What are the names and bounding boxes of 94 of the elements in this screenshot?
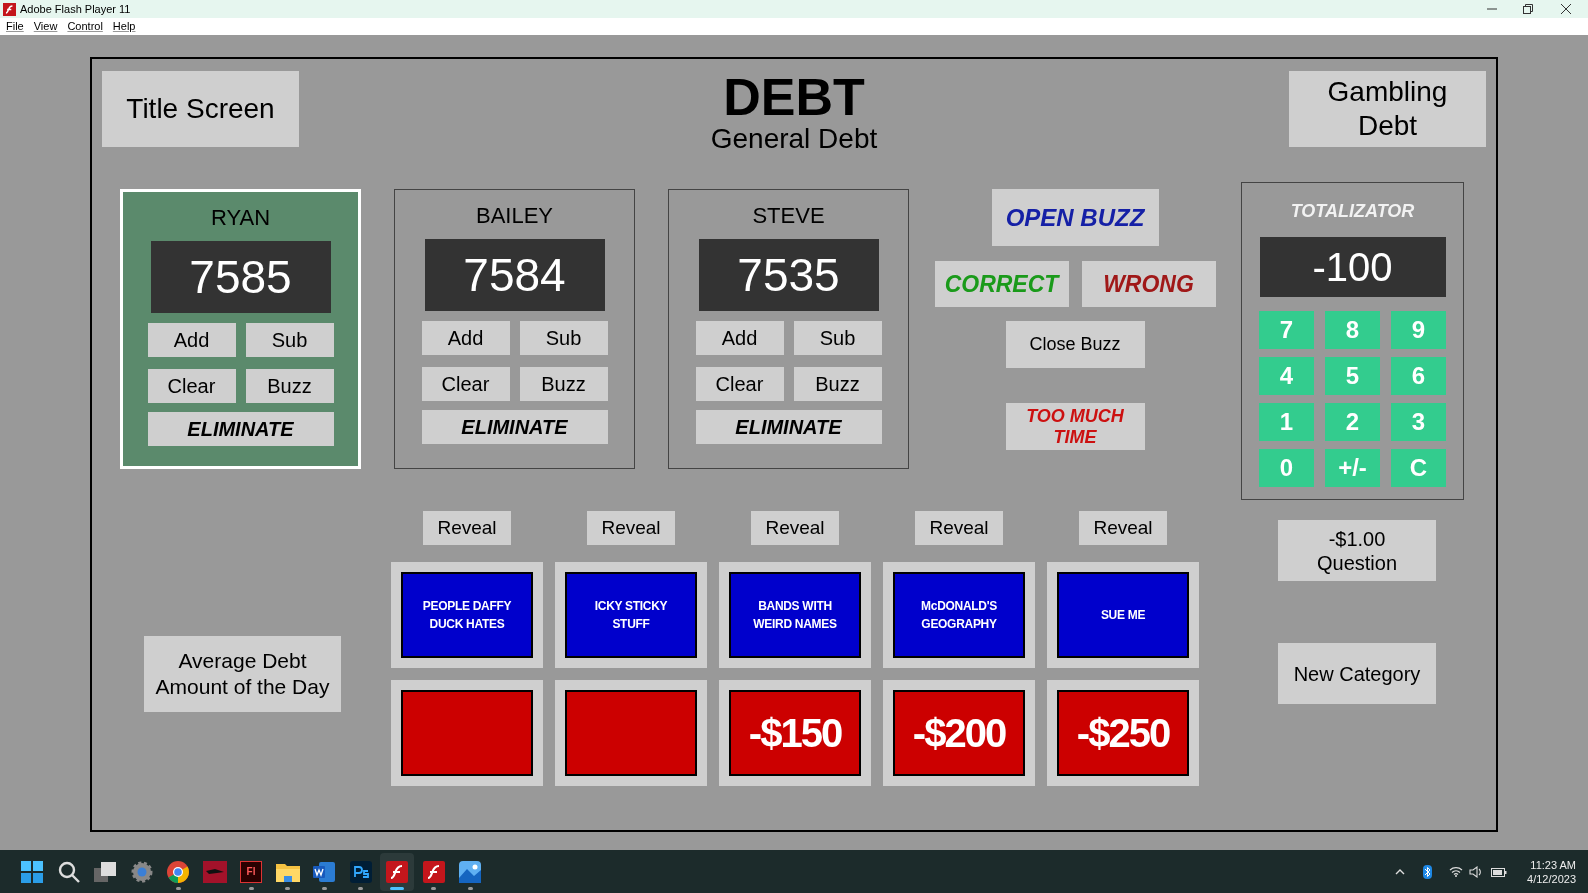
player-name: RYAN [210, 204, 271, 227]
new-category-button[interactable]: New Category [1278, 643, 1436, 704]
flash-icon [3, 2, 16, 16]
running-indicator [467, 886, 473, 890]
window-title: Adobe Flash Player 11 [20, 1, 131, 17]
wrong-button[interactable]: WRONG [1081, 261, 1216, 307]
category-name: McDONALD'S GEOGRAPHY [920, 598, 998, 633]
running-indicator [390, 886, 404, 890]
menu-item[interactable]: Control [67, 18, 103, 35]
player-button[interactable]: Clear [147, 369, 236, 403]
reveal-button[interactable]: Reveal [1079, 511, 1167, 545]
player-panel[interactable]: BAILEY 7584 Add Sub Clear Buzz ELIMINATE [394, 189, 635, 469]
animate-icon[interactable]: Fl [240, 860, 262, 883]
clock[interactable]: 11:23 AM 4/12/2023 [1527, 857, 1576, 886]
word-icon[interactable] [313, 860, 335, 883]
reveal-button[interactable]: Reveal [915, 511, 1003, 545]
close-icon[interactable] [1561, 4, 1571, 14]
bluetooth-icon[interactable] [1423, 864, 1433, 879]
player-button[interactable]: Add [421, 321, 510, 355]
game-subtitle: General Debt [710, 122, 878, 156]
category-name: ICKY STICKY STUFF [593, 598, 669, 633]
value-card[interactable] [565, 690, 697, 776]
folder-icon[interactable] [275, 861, 300, 882]
game-title: DEBT [723, 73, 865, 121]
flash-icon[interactable] [386, 860, 408, 883]
chrome-icon[interactable] [167, 860, 189, 883]
running-indicator [248, 886, 254, 890]
clock-time: 11:23 AM [1530, 857, 1576, 872]
flash-icon[interactable] [422, 860, 445, 883]
player-button[interactable]: Buzz [519, 367, 608, 401]
running-indicator [358, 886, 363, 890]
value-amount: -$250 [1076, 710, 1170, 757]
player-button[interactable]: Buzz [245, 369, 334, 403]
running-indicator [285, 886, 290, 890]
clock-date: 4/12/2023 [1527, 871, 1576, 886]
windows-icon[interactable] [21, 860, 43, 883]
wifi-icon[interactable] [1449, 866, 1464, 877]
restore-icon[interactable] [1523, 4, 1533, 14]
menu-item[interactable]: File [6, 18, 24, 35]
score-display: 7585 [150, 241, 331, 313]
task-view-icon[interactable] [94, 861, 116, 882]
eliminate-button[interactable]: ELIMINATE [147, 412, 334, 446]
score-display: 7535 [698, 239, 879, 311]
photoshop-icon[interactable] [349, 860, 372, 883]
player-name: STEVE [752, 202, 825, 225]
player-button[interactable]: Sub [245, 323, 334, 357]
photos-icon[interactable] [459, 860, 481, 883]
player-button[interactable]: Clear [421, 367, 510, 401]
too-much-time-button[interactable]: TOO MUCH TIME [1005, 403, 1145, 450]
score-display: 7584 [424, 239, 605, 311]
question-value-label[interactable]: -$1.00 Question [1278, 520, 1436, 581]
gambling-debt-button[interactable]: Gambling Debt [1289, 71, 1486, 147]
value-amount: -$150 [748, 710, 842, 757]
search-icon[interactable] [57, 860, 80, 883]
running-indicator [431, 886, 436, 890]
running-indicator [175, 886, 181, 890]
app-icon[interactable] [202, 860, 227, 883]
speaker-icon[interactable] [1469, 865, 1484, 878]
category-name: SUE ME [1100, 607, 1146, 624]
reveal-button[interactable]: Reveal [751, 511, 839, 545]
player-button[interactable]: Buzz [793, 367, 882, 401]
player-panel[interactable]: STEVE 7535 Add Sub Clear Buzz ELIMINATE [668, 189, 909, 469]
settings-icon[interactable] [130, 860, 153, 883]
category-name: BANDS WITH WEIRD NAMES [752, 598, 838, 633]
value-card[interactable]: -$200 [893, 690, 1025, 776]
title-screen-button[interactable]: Title Screen [102, 71, 299, 147]
eliminate-button[interactable]: ELIMINATE [421, 410, 608, 444]
totalizator-title: TOTALIZATOR [1290, 200, 1415, 223]
menu-item[interactable]: View [33, 18, 58, 35]
category-name: PEOPLE DAFFY DUCK HATES [421, 598, 513, 633]
open-buzz-button[interactable]: OPEN BUZZ [991, 189, 1159, 246]
player-button[interactable]: Sub [519, 321, 608, 355]
value-card[interactable]: -$150 [729, 690, 861, 776]
reveal-button[interactable]: Reveal [423, 511, 511, 545]
menu-item[interactable]: Help [112, 18, 136, 35]
eliminate-button[interactable]: ELIMINATE [695, 410, 882, 444]
player-button[interactable]: Add [695, 321, 784, 355]
player-name: BAILEY [475, 202, 553, 225]
value-card[interactable] [401, 690, 533, 776]
player-panel[interactable]: RYAN 7585 Add Sub Clear Buzz ELIMINATE [120, 189, 361, 469]
value-card[interactable]: -$250 [1057, 690, 1189, 776]
running-indicator [321, 886, 327, 890]
taskbar-button[interactable]: Fl [234, 852, 268, 891]
average-debt-label[interactable]: Average Debt Amount of the Day [144, 636, 341, 712]
player-button[interactable]: Sub [793, 321, 882, 355]
taskbar-button[interactable] [380, 852, 414, 891]
player-button[interactable]: Clear [695, 367, 784, 401]
value-amount: -$200 [912, 710, 1006, 757]
player-button[interactable]: Add [147, 323, 236, 357]
chevron-up-icon[interactable] [1395, 868, 1406, 875]
reveal-button[interactable]: Reveal [587, 511, 675, 545]
totalizator-display: -100 [1259, 237, 1446, 297]
close-buzz-button[interactable]: Close Buzz [1005, 321, 1145, 368]
battery-icon[interactable] [1491, 866, 1508, 877]
